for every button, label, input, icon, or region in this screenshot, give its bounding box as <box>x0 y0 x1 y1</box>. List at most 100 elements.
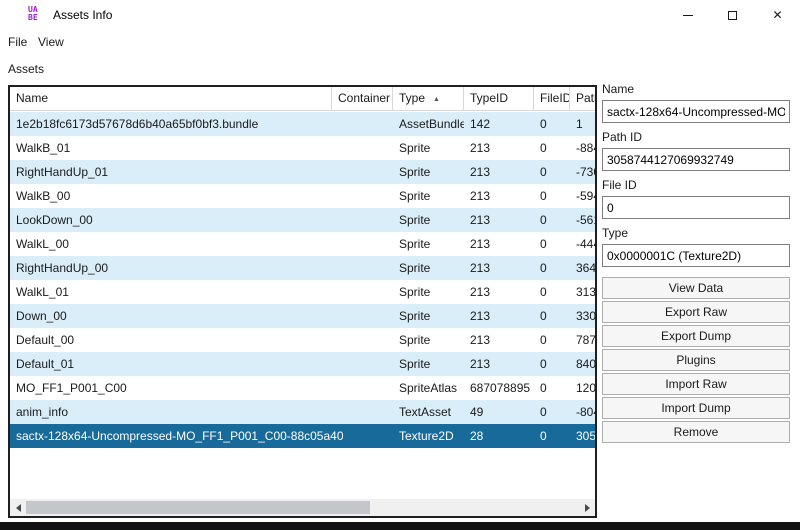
table-row[interactable]: WalkB_00 Sprite 213 0 -594 <box>10 184 595 208</box>
cell-file_id: 0 <box>540 429 547 443</box>
name-field[interactable] <box>602 100 790 123</box>
table-row[interactable]: WalkL_00 Sprite 213 0 -444 <box>10 232 595 256</box>
type-field-label: Type <box>602 226 629 240</box>
cell-name: WalkL_00 <box>16 237 69 251</box>
import-raw-button[interactable]: Import Raw <box>602 373 790 395</box>
cell-path: 3305 <box>576 309 595 323</box>
cell-type: Sprite <box>399 285 431 299</box>
table-row[interactable]: Down_00 Sprite 213 0 3305 <box>10 304 595 328</box>
cell-type: Sprite <box>399 165 431 179</box>
assets-info-window: UA BE Assets Info ✕ File View Assets Nam… <box>0 0 800 530</box>
scroll-right-button[interactable] <box>579 499 595 516</box>
cell-type_id: 213 <box>470 309 491 323</box>
cell-container <box>332 376 393 400</box>
window-title: Assets Info <box>53 8 113 22</box>
cell-name: MO_FF1_P001_C00 <box>16 381 127 395</box>
type-field[interactable] <box>602 244 790 267</box>
cell-name: RightHandUp_01 <box>16 165 109 179</box>
remove-button[interactable]: Remove <box>602 421 790 443</box>
cell-type_id: 213 <box>470 333 491 347</box>
uabe-logo-icon: UA BE <box>28 6 46 24</box>
column-header-path[interactable]: Path <box>570 87 595 111</box>
column-header-fileid[interactable]: FileID <box>534 87 570 111</box>
cell-container <box>332 424 393 448</box>
cell-path: -561 <box>576 213 595 227</box>
plugins-button[interactable]: Plugins <box>602 349 790 371</box>
export-dump-button[interactable]: Export Dump <box>602 325 790 347</box>
sort-ascending-icon: ▲ <box>433 96 440 103</box>
view-data-button[interactable]: View Data <box>602 277 790 299</box>
cell-name: Down_00 <box>16 309 67 323</box>
table-row[interactable]: RightHandUp_01 Sprite 213 0 -730 <box>10 160 595 184</box>
cell-name: sactx-128x64-Uncompressed-MO_FF1_P001_C0… <box>16 429 344 443</box>
file-id-field[interactable] <box>602 196 790 219</box>
horizontal-scrollbar[interactable] <box>10 499 595 516</box>
close-button[interactable]: ✕ <box>755 0 800 30</box>
assets-table: Name Container Type▲ TypeID FileID Path … <box>8 85 597 518</box>
cell-path: 8409 <box>576 357 595 371</box>
scroll-left-button[interactable] <box>10 499 26 516</box>
cell-name: WalkB_00 <box>16 189 71 203</box>
cell-container <box>332 304 393 328</box>
cell-name: LookDown_00 <box>16 213 93 227</box>
table-row[interactable]: 1e2b18fc6173d57678d6b40a65bf0bf3.bundle A… <box>10 112 595 136</box>
table-row[interactable]: anim_info TextAsset 49 0 -804 <box>10 400 595 424</box>
cell-type_id: 213 <box>470 285 491 299</box>
column-header-container[interactable]: Container <box>332 87 393 111</box>
title-bar: UA BE Assets Info ✕ <box>0 0 800 30</box>
cell-name: WalkL_01 <box>16 285 69 299</box>
import-dump-button[interactable]: Import Dump <box>602 397 790 419</box>
cell-type: Sprite <box>399 213 431 227</box>
cell-file_id: 0 <box>540 285 547 299</box>
file-id-field-label: File ID <box>602 178 637 192</box>
cell-path: -884 <box>576 141 595 155</box>
background-window-strip <box>0 522 800 530</box>
cell-file_id: 0 <box>540 405 547 419</box>
cell-type: Sprite <box>399 357 431 371</box>
cell-type: Sprite <box>399 333 431 347</box>
cell-name: WalkB_01 <box>16 141 71 155</box>
menu-view[interactable]: View <box>34 33 68 51</box>
cell-type_id: 213 <box>470 141 491 155</box>
export-raw-button[interactable]: Export Raw <box>602 301 790 323</box>
menu-file[interactable]: File <box>4 33 31 51</box>
minimize-button[interactable] <box>665 0 710 30</box>
table-row[interactable]: RightHandUp_00 Sprite 213 0 3646 <box>10 256 595 280</box>
cell-file_id: 0 <box>540 117 547 131</box>
cell-path: -730 <box>576 165 595 179</box>
column-header-typeid[interactable]: TypeID <box>464 87 534 111</box>
cell-container <box>332 208 393 232</box>
cell-container <box>332 256 393 280</box>
close-icon: ✕ <box>772 8 783 22</box>
cell-container <box>332 112 393 136</box>
cell-type_id: 49 <box>470 405 484 419</box>
cell-name: Default_00 <box>16 333 75 347</box>
table-row[interactable]: MO_FF1_P001_C00 SpriteAtlas 687078895 0 1205 <box>10 376 595 400</box>
cell-container <box>332 232 393 256</box>
table-row[interactable]: Default_00 Sprite 213 0 7870 <box>10 328 595 352</box>
column-header-name[interactable]: Name <box>10 87 332 111</box>
column-header-type[interactable]: Type ▲ <box>393 87 464 111</box>
table-row[interactable]: sactx-128x64-Uncompressed-MO_FF1_P001_C0… <box>10 424 595 448</box>
cell-file_id: 0 <box>540 189 547 203</box>
table-row[interactable]: LookDown_00 Sprite 213 0 -561 <box>10 208 595 232</box>
table-row[interactable]: WalkL_01 Sprite 213 0 3131 <box>10 280 595 304</box>
cell-container <box>332 136 393 160</box>
table-row[interactable]: WalkB_01 Sprite 213 0 -884 <box>10 136 595 160</box>
table-header-row: Name Container Type▲ TypeID FileID Path <box>10 87 595 111</box>
path-id-field[interactable] <box>602 148 790 171</box>
table-row[interactable]: Default_01 Sprite 213 0 8409 <box>10 352 595 376</box>
maximize-button[interactable] <box>710 0 755 30</box>
assets-section-label: Assets <box>8 62 45 76</box>
cell-type: Sprite <box>399 309 431 323</box>
cell-type: TextAsset <box>399 405 452 419</box>
path-id-field-label: Path ID <box>602 130 643 144</box>
cell-type: Sprite <box>399 237 431 251</box>
cell-type: Sprite <box>399 141 431 155</box>
scroll-left-arrow-icon <box>15 503 21 512</box>
cell-file_id: 0 <box>540 165 547 179</box>
window-controls: ✕ <box>665 0 800 30</box>
scrollbar-thumb[interactable] <box>26 501 370 514</box>
cell-path: 3058 <box>576 429 595 443</box>
cell-type: Texture2D <box>399 429 454 443</box>
